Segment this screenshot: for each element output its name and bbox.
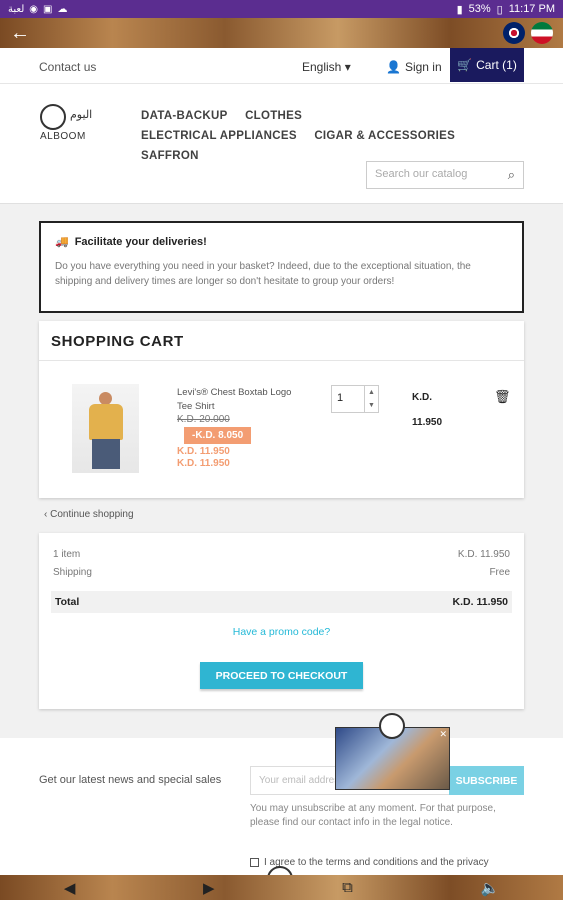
promo-code-link[interactable]: Have a promo code? bbox=[39, 626, 524, 638]
kuwait-flag-icon[interactable] bbox=[531, 22, 553, 44]
cart-button[interactable]: 🛒 Cart (1) bbox=[450, 48, 524, 82]
notice-title-row: 🚚 Facilitate your deliveries! bbox=[55, 235, 508, 250]
checkout-button[interactable]: PROCEED TO CHECKOUT bbox=[200, 662, 363, 689]
status-bar: لعبة ◉ ▣ ☁ ▮ 53% ▯ 11:17 PM bbox=[0, 0, 563, 18]
contact-us-link[interactable]: Contact us bbox=[39, 60, 96, 74]
items-label: 1 item bbox=[53, 549, 81, 560]
product-price-line2: K.D. 11.950 bbox=[177, 458, 230, 469]
truck-icon: 🚚 bbox=[55, 236, 69, 248]
sign-in-label: Sign in bbox=[404, 60, 442, 74]
site-header: اليوم ALBOOM DATA-BACKUP CLOTHES ELECTRI… bbox=[0, 84, 563, 204]
menu-item-saffron[interactable]: SAFFRON bbox=[141, 146, 199, 166]
floating-logo-icon[interactable] bbox=[379, 713, 405, 739]
quantity-value: 1 bbox=[337, 392, 344, 404]
site-logo[interactable]: اليوم ALBOOM bbox=[38, 102, 108, 142]
terms-label: I agree to the terms and conditions and … bbox=[264, 857, 489, 868]
shipping-value: Free bbox=[489, 567, 510, 578]
items-row: 1 item K.D. 11.950 bbox=[53, 549, 510, 560]
nav-forward-icon[interactable]: ▶ bbox=[203, 879, 215, 897]
logo-english-text: ALBOOM bbox=[40, 131, 86, 142]
line-total: 11.950 bbox=[412, 417, 443, 428]
product-price-line1: K.D. 11.950 bbox=[177, 446, 230, 457]
shipping-row: Shipping Free bbox=[53, 567, 510, 578]
cart-label: Cart (1) bbox=[476, 58, 517, 72]
main-menu: DATA-BACKUP CLOTHES ELECTRICAL APPLIANCE… bbox=[141, 106, 471, 166]
battery-level: 53% bbox=[468, 3, 491, 15]
decrement-icon[interactable]: ▼ bbox=[368, 402, 375, 409]
language-flags bbox=[503, 22, 553, 44]
newsletter-text: Get our latest news and special sales bbox=[39, 774, 222, 786]
total-row: Total K.D. 11.950 bbox=[51, 591, 512, 613]
shipping-label: Shipping bbox=[53, 567, 92, 578]
delete-icon[interactable]: 🗑 bbox=[494, 389, 511, 405]
sign-in-link[interactable]: 👤 Sign in bbox=[386, 60, 442, 74]
menu-item-cigar-accessories[interactable]: CIGAR & ACCESSORIES bbox=[314, 126, 455, 146]
subscribe-button[interactable]: SUBSCRIBE bbox=[449, 766, 524, 795]
clock: 11:17 PM bbox=[508, 3, 555, 15]
product-name[interactable]: Levi's® Chest Boxtab Logo Tee Shirt bbox=[177, 386, 307, 414]
notice-title: Facilitate your deliveries! bbox=[74, 236, 207, 248]
whatsapp-icon: ◉ bbox=[29, 3, 38, 15]
chevron-left-icon: ‹ bbox=[44, 509, 48, 520]
instagram-icon: ▣ bbox=[42, 3, 53, 15]
product-price: K.D. 11.950 K.D. 11.950 bbox=[177, 446, 230, 470]
menu-item-electrical-appliances[interactable]: ELECTRICAL APPLIANCES bbox=[141, 126, 297, 146]
menu-item-data-backup[interactable]: DATA-BACKUP bbox=[141, 106, 228, 126]
bottom-navigation-bar: ◀ ▶ ⧉ 🔈 bbox=[0, 875, 563, 900]
jeans-shape bbox=[92, 439, 120, 469]
status-right: ▮ 53% ▯ 11:17 PM bbox=[457, 3, 555, 16]
notice-body: Do you have everything you need in your … bbox=[55, 261, 471, 287]
cart-summary: 1 item K.D. 11.950 Shipping Free Total K… bbox=[39, 533, 524, 709]
continue-shopping-label: Continue shopping bbox=[50, 509, 134, 520]
top-nav: Contact us English ▾ 👤 Sign in 🛒 Cart (1… bbox=[0, 48, 563, 84]
delivery-notice: 🚚 Facilitate your deliveries! Do you hav… bbox=[39, 221, 524, 313]
user-icon: 👤 bbox=[386, 60, 401, 74]
items-value: K.D. 11.950 bbox=[457, 549, 510, 560]
logo-arabic-text: اليوم bbox=[70, 109, 93, 121]
quantity-stepper[interactable]: 1 ▲ ▼ bbox=[331, 385, 379, 413]
shopping-cart: SHOPPING CART Levi's® Chest Boxtab Logo … bbox=[39, 321, 524, 498]
increment-icon[interactable]: ▲ bbox=[368, 389, 375, 396]
app-bar: ← bbox=[0, 18, 563, 48]
search-placeholder: Search our catalog bbox=[375, 168, 468, 180]
nav-window-icon[interactable]: ⧉ bbox=[342, 879, 353, 896]
uk-flag-icon[interactable] bbox=[503, 22, 525, 44]
status-left-icons: لعبة ◉ ▣ ☁ bbox=[8, 4, 67, 15]
cloud-icon: ☁ bbox=[57, 3, 68, 15]
back-arrow-icon[interactable]: ← bbox=[10, 22, 30, 45]
search-icon[interactable]: ⌕ bbox=[508, 167, 515, 183]
cart-heading: SHOPPING CART bbox=[39, 321, 524, 361]
total-label: Total bbox=[55, 596, 80, 608]
volume-icon[interactable]: 🔈 bbox=[481, 879, 500, 897]
logo-emblem-icon bbox=[40, 104, 66, 130]
quantity-spinner: ▲ ▼ bbox=[364, 386, 378, 412]
continue-shopping-link[interactable]: ‹ Continue shopping bbox=[44, 509, 134, 520]
tshirt-shape bbox=[89, 404, 123, 440]
terms-checkbox-row[interactable]: I agree to the terms and conditions and … bbox=[250, 857, 489, 868]
search-input[interactable]: Search our catalog ⌕ bbox=[366, 161, 524, 189]
product-image[interactable] bbox=[72, 384, 139, 473]
language-selector[interactable]: English ▾ bbox=[302, 60, 351, 74]
terms-checkbox[interactable] bbox=[250, 858, 259, 867]
line-currency: K.D. bbox=[412, 392, 432, 403]
cart-icon: 🛒 bbox=[457, 58, 473, 72]
menu-item-clothes[interactable]: CLOTHES bbox=[245, 106, 302, 126]
discount-badge: -K.D. 8.050 bbox=[184, 427, 252, 444]
nav-back-icon[interactable]: ◀ bbox=[64, 879, 76, 897]
product-old-price: K.D. 20.000 bbox=[177, 414, 230, 425]
newsletter-footer: Get our latest news and special sales Yo… bbox=[0, 738, 563, 875]
total-value: K.D. 11.950 bbox=[452, 596, 508, 608]
signal-icon: ▮ bbox=[456, 3, 463, 16]
close-icon[interactable]: ✕ bbox=[439, 729, 447, 740]
battery-icon: ▯ bbox=[496, 3, 503, 16]
notification-text: لعبة bbox=[8, 3, 25, 15]
unsubscribe-note: You may unsubscribe at any moment. For t… bbox=[250, 803, 496, 828]
